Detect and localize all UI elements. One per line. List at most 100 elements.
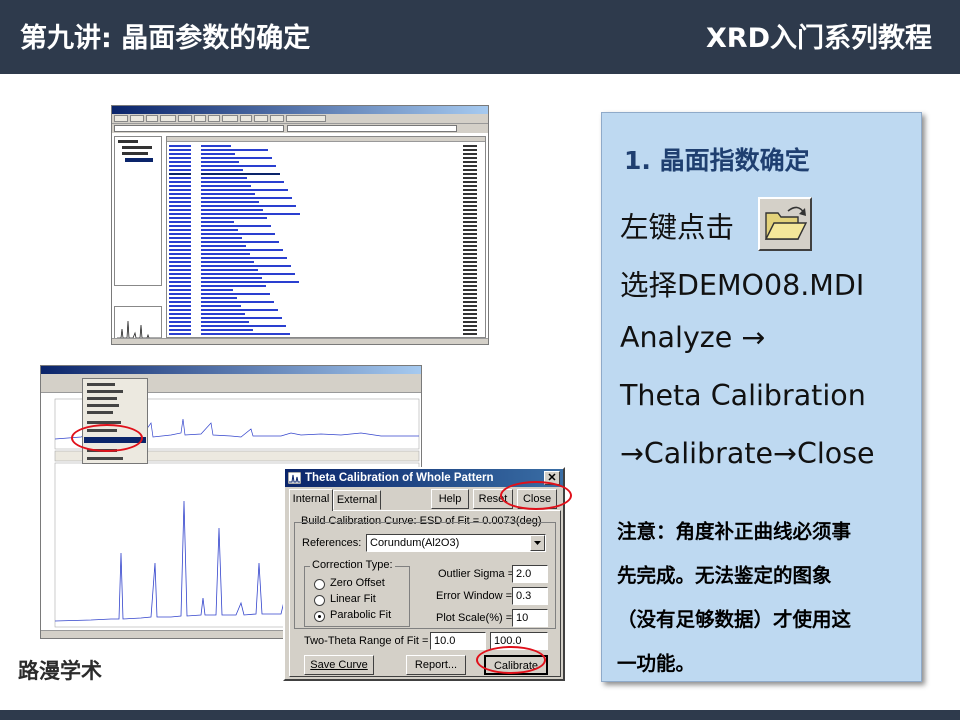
file-list-row[interactable] — [169, 301, 191, 303]
file-list-row[interactable] — [169, 229, 191, 231]
file-list-row-date — [463, 209, 477, 211]
file-list-row[interactable] — [169, 309, 191, 311]
report-button[interactable]: Report... — [406, 655, 466, 675]
file-list-row[interactable] — [169, 189, 191, 191]
screenshot-path-bar — [112, 124, 488, 133]
file-list-row[interactable] — [169, 161, 191, 163]
file-list-row[interactable] — [169, 205, 191, 207]
file-list-row-desc — [201, 297, 237, 299]
file-list-row[interactable] — [169, 245, 191, 247]
file-list-row[interactable] — [169, 173, 191, 175]
file-list-row[interactable] — [169, 281, 191, 283]
file-list-row-date — [463, 317, 477, 319]
file-list-row[interactable] — [169, 285, 191, 287]
file-list-row[interactable] — [169, 325, 191, 327]
linear-fit-radio[interactable] — [314, 595, 325, 606]
file-list-row[interactable] — [169, 145, 191, 147]
file-list-row-desc — [201, 201, 259, 203]
file-list-row[interactable] — [169, 261, 191, 263]
plot-scale-input[interactable]: 10 — [512, 609, 548, 627]
file-list-row[interactable] — [169, 177, 191, 179]
file-list-row-desc — [201, 161, 239, 163]
file-list-row-desc — [201, 293, 270, 295]
help-button[interactable]: Help — [431, 489, 469, 509]
file-list-row-desc — [201, 277, 262, 279]
file-list-row[interactable] — [169, 157, 191, 159]
file-list-row[interactable] — [169, 181, 191, 183]
tab-external[interactable]: External — [333, 490, 381, 510]
file-list-row[interactable] — [169, 273, 191, 275]
open-folder-icon — [758, 197, 812, 251]
file-list-row-date — [463, 309, 477, 311]
file-list-row-desc — [201, 205, 296, 207]
file-list-row[interactable] — [169, 317, 191, 319]
file-list-row-desc — [201, 261, 254, 263]
step-analyze: Analyze → — [620, 321, 766, 354]
references-label: References: — [302, 537, 362, 549]
tab-internal[interactable]: Internal — [289, 489, 333, 511]
file-list-row[interactable] — [169, 257, 191, 259]
file-list-row-date — [463, 233, 477, 235]
file-list-row[interactable] — [169, 305, 191, 307]
file-list-row[interactable] — [169, 237, 191, 239]
references-select[interactable]: Corundum(Al2O3) — [366, 534, 546, 552]
file-list-row[interactable] — [169, 269, 191, 271]
series-title: XRD入门系列教程 — [705, 23, 932, 54]
file-list-row[interactable] — [169, 297, 191, 299]
file-list-row[interactable] — [169, 293, 191, 295]
screenshot-status-bar — [112, 338, 488, 344]
outlier-sigma-label: Outlier Sigma = — [438, 568, 515, 580]
brand-label: 路漫学术 — [18, 659, 102, 683]
file-list-row-date — [463, 269, 477, 271]
file-list-row[interactable] — [169, 169, 191, 171]
file-list-row[interactable] — [169, 165, 191, 167]
step-calibrate-close: →Calibrate→Close — [620, 437, 875, 470]
file-list-row-desc — [201, 289, 233, 291]
file-list-row[interactable] — [169, 213, 191, 215]
file-list-row-date — [463, 161, 477, 163]
file-list-row[interactable] — [169, 209, 191, 211]
file-list-row-desc — [201, 245, 246, 247]
file-list-row[interactable] — [169, 241, 191, 243]
file-list-row[interactable] — [169, 217, 191, 219]
file-list-row-date — [463, 221, 477, 223]
outlier-sigma-input[interactable]: 2.0 — [512, 565, 548, 583]
file-list-row[interactable] — [169, 225, 191, 227]
file-list-row[interactable] — [169, 277, 191, 279]
error-window-input[interactable]: 0.3 — [512, 587, 548, 605]
file-list-row[interactable] — [169, 197, 191, 199]
chevron-down-icon[interactable] — [530, 535, 545, 551]
file-list-row-desc — [201, 249, 283, 251]
file-list-row[interactable] — [169, 321, 191, 323]
file-list-row[interactable] — [169, 193, 191, 195]
parabolic-fit-radio[interactable] — [314, 611, 325, 622]
file-list-row[interactable] — [169, 221, 191, 223]
file-list-row-date — [463, 169, 477, 171]
file-list-row[interactable] — [169, 149, 191, 151]
file-list-row-date — [463, 229, 477, 231]
file-list-row-desc — [201, 281, 299, 283]
file-list-row[interactable] — [169, 233, 191, 235]
file-list-row-desc — [201, 237, 242, 239]
range-from-input[interactable]: 10.0 — [430, 632, 486, 650]
file-list-row[interactable] — [169, 185, 191, 187]
zero-offset-radio[interactable] — [314, 579, 325, 590]
file-list-row[interactable] — [169, 265, 191, 267]
file-list-row[interactable] — [169, 329, 191, 331]
file-list-row[interactable] — [169, 253, 191, 255]
save-curve-button[interactable]: Save Curve — [304, 655, 374, 675]
step-left-click: 左键点击 — [620, 211, 735, 244]
jade-title-bar — [41, 366, 421, 374]
file-list-row[interactable] — [169, 153, 191, 155]
file-list-row-date — [463, 281, 477, 283]
file-list-row[interactable] — [169, 313, 191, 315]
file-list-row[interactable] — [169, 201, 191, 203]
file-list-row[interactable] — [169, 333, 191, 335]
file-list-row[interactable] — [169, 249, 191, 251]
screenshot-toolbar — [112, 114, 488, 124]
note-line-4: 一功能。 — [617, 652, 696, 675]
file-list-row-date — [463, 333, 477, 335]
plot-scale-label: Plot Scale(%) = — [436, 612, 513, 624]
file-list-row-date — [463, 265, 477, 267]
file-list-row[interactable] — [169, 289, 191, 291]
